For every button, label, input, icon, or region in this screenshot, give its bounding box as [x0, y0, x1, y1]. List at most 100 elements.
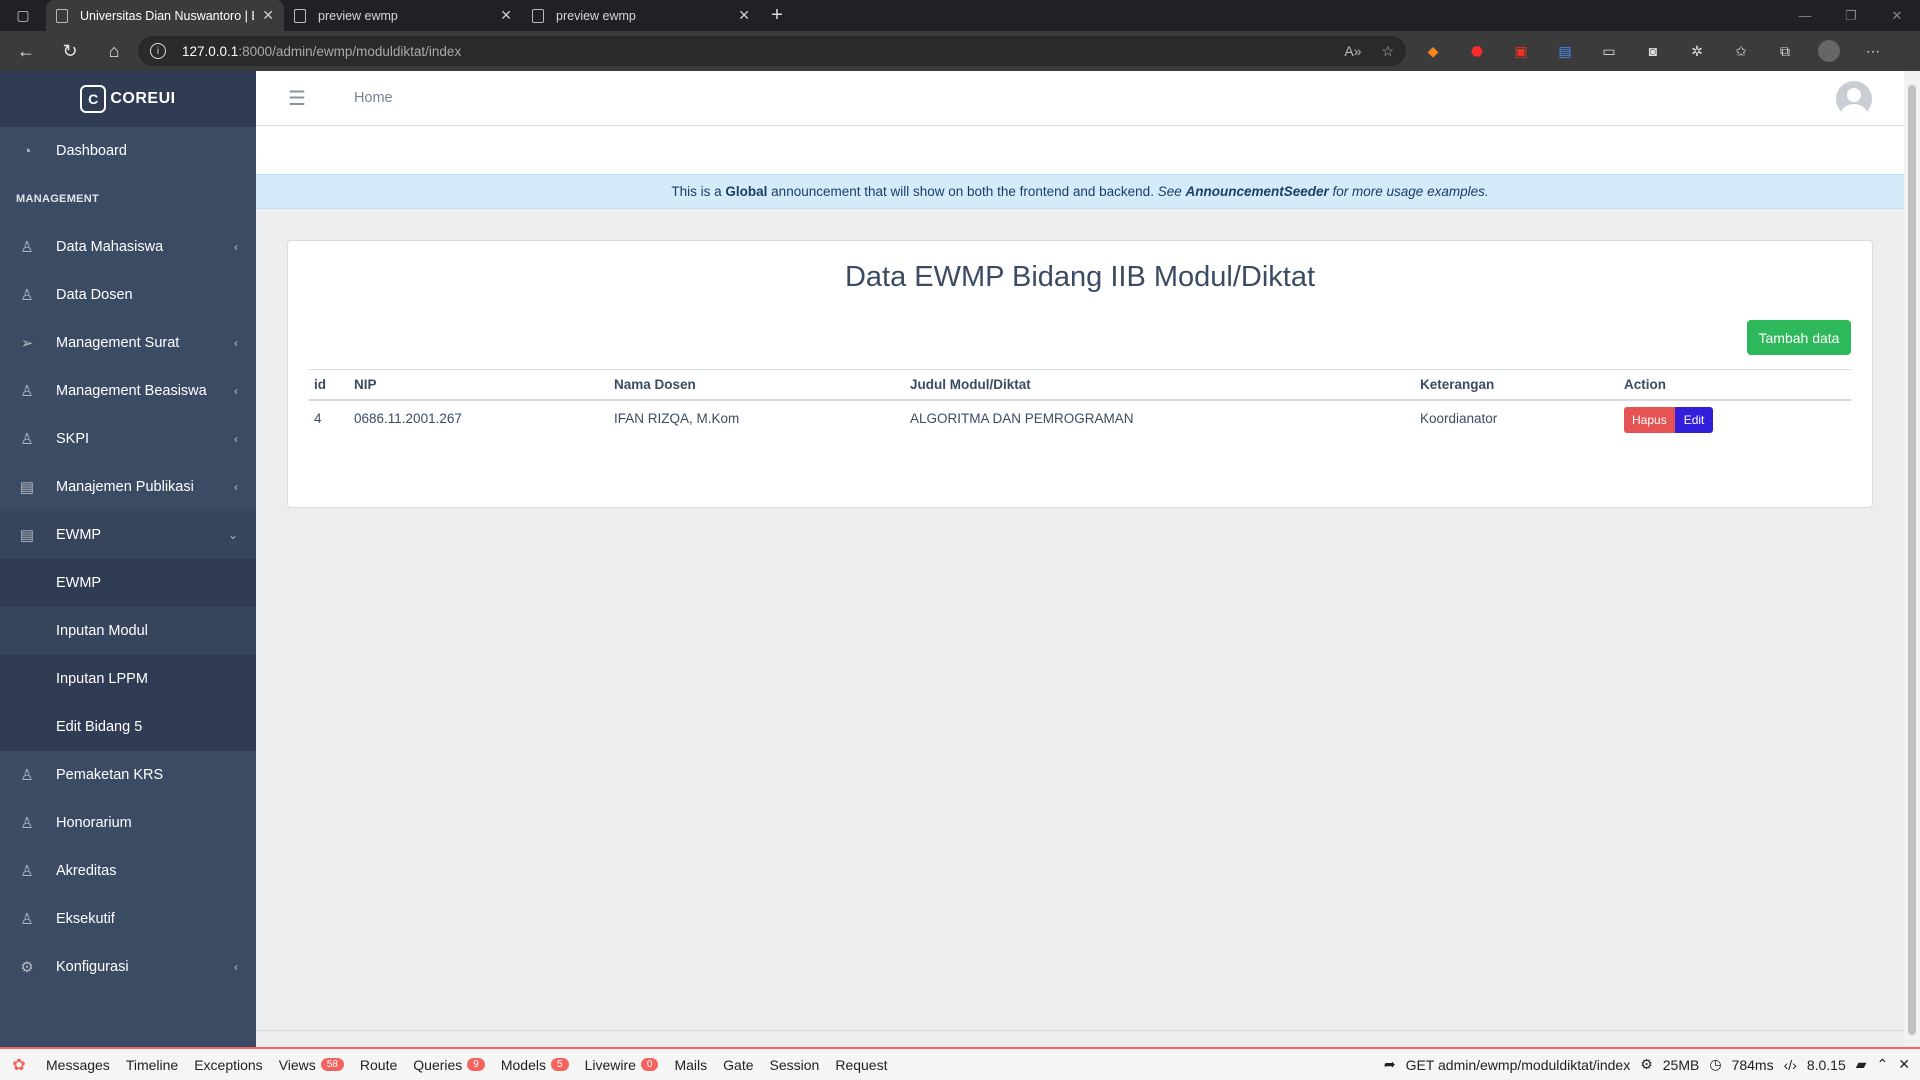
debugbar-tab-mails[interactable]: Mails — [666, 1057, 715, 1073]
code-icon: ‹/› — [1783, 1056, 1797, 1073]
scrollbar-thumb[interactable] — [1908, 85, 1916, 1035]
sidebar-subitem-ewmp[interactable]: EWMP — [0, 559, 256, 607]
read-aloud-icon[interactable]: A» — [1344, 43, 1361, 60]
data-table: id NIP Nama Dosen Judul Modul/Diktat Ket… — [309, 369, 1851, 443]
newspaper-icon: ▤ — [19, 527, 35, 544]
sidebar-item-ewmp[interactable]: ▤ EWMP ⌄ — [0, 511, 256, 559]
sidebar-subitem-inputan-lppm[interactable]: Inputan LPPM — [0, 655, 256, 703]
count-badge: 9 — [467, 1058, 485, 1071]
sidebar-item-label: Akreditas — [56, 863, 117, 879]
metamask-icon[interactable]: ◆ — [1418, 36, 1448, 66]
debugbar-tab-request[interactable]: Request — [827, 1057, 895, 1073]
sidebar-item-skpi[interactable]: ♙ SKPI ‹ — [0, 415, 256, 463]
debugbar-tab-gate[interactable]: Gate — [715, 1057, 761, 1073]
close-icon[interactable]: ✕ — [262, 7, 274, 24]
sidebar-item-label: Data Dosen — [56, 287, 133, 303]
sidebar-item-honorarium[interactable]: ♙ Honorarium — [0, 799, 256, 847]
chevron-left-icon: ‹ — [234, 384, 238, 398]
tab-actions-icon[interactable]: ▢ — [0, 0, 46, 31]
brand-logo[interactable]: C COREUI — [0, 71, 256, 127]
sidebar-item-manajemen-publikasi[interactable]: ▤ Manajemen Publikasi ‹ — [0, 463, 256, 511]
back-icon[interactable]: ← — [8, 33, 44, 69]
debugbar-php-version: 8.0.15 — [1806, 1056, 1846, 1073]
sidebar-item-data-mahasiswa[interactable]: ♙ Data Mahasiswa ‹ — [0, 223, 256, 271]
cell-nama-dosen: IFAN RIZQA, M.Kom — [614, 411, 740, 426]
sidebar-item-management-beasiswa[interactable]: ♙ Management Beasiswa ‹ — [0, 367, 256, 415]
sidebar-item-label: Eksekutif — [56, 911, 115, 927]
sidebar-item-management-surat[interactable]: ➢ Management Surat ‹ — [0, 319, 256, 367]
debugbar-tab-queries[interactable]: Queries 9 — [405, 1057, 493, 1073]
column-header: Action — [1619, 369, 1851, 401]
favorite-add-icon[interactable]: ☆ — [1381, 43, 1394, 60]
user-icon: ♙ — [20, 431, 34, 448]
close-icon[interactable]: ✕ — [500, 7, 512, 24]
sidebar-subitem-inputan-modul[interactable]: Inputan Modul — [0, 607, 256, 655]
user-avatar[interactable] — [1836, 81, 1872, 117]
edit-button[interactable]: Edit — [1674, 407, 1714, 433]
sidebar-item-label: EWMP — [56, 527, 102, 543]
sidebar-item-data-dosen[interactable]: ♙ Data Dosen — [0, 271, 256, 319]
minimize-icon[interactable]: — — [1782, 0, 1828, 31]
sidebar-item-dashboard[interactable]: ◔ Dashboard — [0, 127, 256, 175]
url-input[interactable]: i 127.0.0.1:8000/admin/ewmp/moduldiktat/… — [138, 36, 1406, 66]
debugbar-label: Session — [769, 1056, 820, 1073]
browser-tab-3[interactable]: preview ewmp ✕ — [522, 0, 760, 31]
sidebar-subitem-edit-bidang-5[interactable]: Edit Bidang 5 — [0, 703, 256, 751]
sidebar-item-konfigurasi[interactable]: ⚙ Konfigurasi ‹ — [0, 943, 256, 991]
debugbar-tab-route[interactable]: Route — [352, 1057, 405, 1073]
chevron-left-icon: ‹ — [234, 336, 238, 350]
extension-red-icon[interactable]: ▣ — [1506, 36, 1536, 66]
close-icon[interactable]: ✕ — [738, 7, 750, 24]
laravel-logo-icon[interactable]: ✿ — [0, 1055, 38, 1075]
extension-printer-icon[interactable]: ▭ — [1594, 36, 1624, 66]
more-icon[interactable]: ⋯ — [1858, 36, 1888, 66]
footer — [256, 1030, 1904, 1047]
announcement-seeder-name: AnnouncementSeeder — [1185, 184, 1329, 199]
send-icon: ➢ — [20, 335, 34, 352]
sidebar-item-akreditas[interactable]: ♙ Akreditas — [0, 847, 256, 895]
debugbar-tab-timeline[interactable]: Timeline — [118, 1057, 186, 1073]
adblock-icon[interactable]: ⬣ — [1462, 36, 1492, 66]
debugbar-tab-session[interactable]: Session — [762, 1057, 828, 1073]
header-home-link[interactable]: Home — [354, 90, 393, 106]
close-icon[interactable]: ✕ — [1898, 1056, 1910, 1073]
sidebar-item-eksekutif[interactable]: ♙ Eksekutif — [0, 895, 256, 943]
clock-icon: ◷ — [1709, 1056, 1722, 1072]
column-header: id — [309, 369, 349, 401]
browser-tab-2[interactable]: preview ewmp ✕ — [284, 0, 522, 31]
announcement-text: This is a — [671, 184, 726, 199]
debugbar-tab-views[interactable]: Views 58 — [271, 1057, 352, 1073]
extension-chat-icon[interactable]: ◙ — [1638, 36, 1668, 66]
page-title: Data EWMP Bidang IIB Modul/Diktat — [844, 261, 1316, 293]
new-tab-button[interactable]: + — [760, 0, 794, 31]
debugbar-tab-messages[interactable]: Messages — [38, 1057, 118, 1073]
sidebar-item-pemaketan-krs[interactable]: ♙ Pemaketan KRS — [0, 751, 256, 799]
browser-tab-1[interactable]: Universitas Dian Nuswantoro | E ✕ — [46, 0, 284, 31]
folder-icon[interactable]: ▰ — [1856, 1056, 1867, 1073]
reload-icon[interactable]: ↻ — [52, 33, 88, 69]
profile-avatar[interactable] — [1814, 36, 1844, 66]
debugbar-tab-models[interactable]: Models 5 — [493, 1057, 577, 1073]
restore-icon[interactable]: ❐ — [1828, 0, 1874, 31]
browser-tab-bar: ▢ Universitas Dian Nuswantoro | E ✕ prev… — [0, 0, 1920, 31]
extensions-puzzle-icon[interactable]: ✲ — [1682, 36, 1712, 66]
favorites-icon[interactable]: ✩ — [1726, 36, 1756, 66]
debugbar-tab-livewire[interactable]: Livewire 0 — [577, 1057, 667, 1073]
collections-icon[interactable]: ⧉ — [1770, 36, 1800, 66]
sidebar-item-label: SKPI — [56, 431, 90, 447]
cell-id: 4 — [314, 411, 322, 426]
column-header: Judul Modul/Diktat — [905, 369, 1415, 401]
info-icon[interactable]: i — [150, 43, 166, 59]
delete-button[interactable]: Hapus — [1624, 407, 1675, 433]
debugbar-label: Mails — [674, 1056, 708, 1073]
debugbar-memory: 25MB — [1662, 1056, 1700, 1073]
hamburger-menu-icon[interactable]: ☰ — [288, 86, 306, 111]
page-scrollbar[interactable] — [1904, 71, 1920, 1047]
add-data-button[interactable]: Tambah data — [1747, 320, 1851, 355]
user-icon: ♙ — [20, 863, 34, 880]
close-window-icon[interactable]: ✕ — [1874, 0, 1920, 31]
home-icon[interactable]: ⌂ — [96, 33, 132, 69]
chevron-up-icon[interactable]: ⌃ — [1877, 1056, 1889, 1073]
translate-icon[interactable]: ▤ — [1550, 36, 1580, 66]
debugbar-tab-exceptions[interactable]: Exceptions — [186, 1057, 270, 1073]
